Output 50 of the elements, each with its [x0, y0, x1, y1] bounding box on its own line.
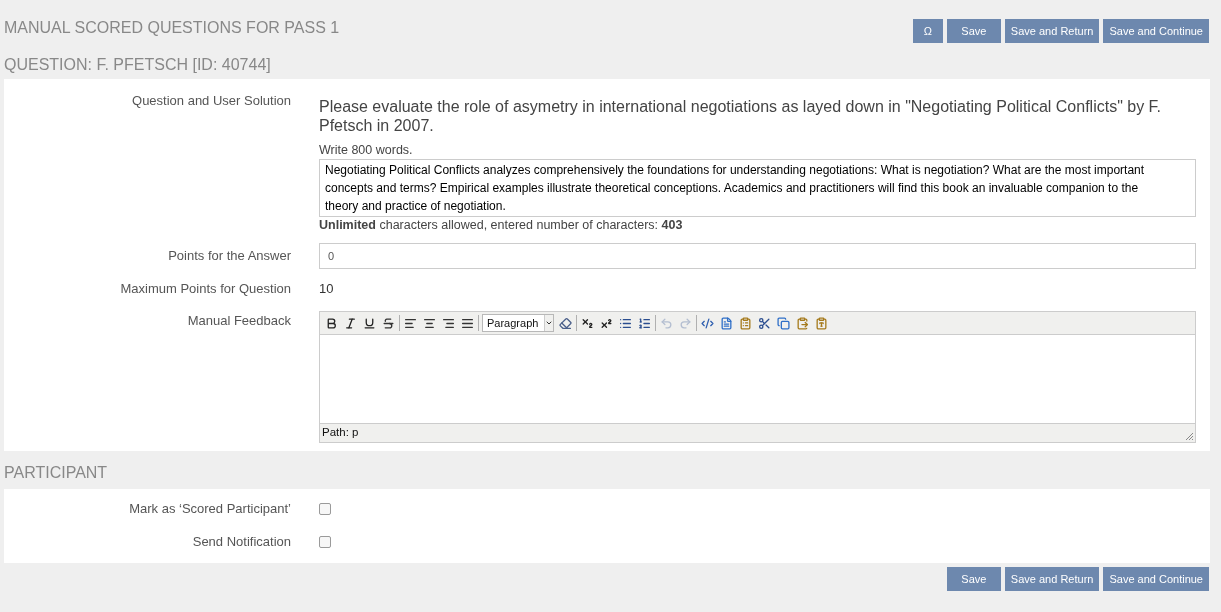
copy-icon [777, 316, 790, 330]
bullet-list-icon [619, 316, 632, 330]
save-button[interactable]: Save [946, 567, 1001, 591]
instruction-text: Write 800 words. [319, 142, 414, 159]
checkbox[interactable] [319, 536, 331, 548]
special-character-button[interactable]: Ω [912, 19, 943, 43]
answer-box[interactable]: Negotiating Political Conflicts analyzes comprehensively the foundations for understanding negotiations: What is negotiation? What are the most important concepts and terms? Empirical examples illustrate theoretical conceptions. Academics and practitioners will find this book an invaluable companion to the theory and practice of negotiation. [319, 159, 1196, 217]
strikethrough-icon [382, 316, 395, 330]
clipboard-text-icon [815, 316, 828, 330]
status-path: Path: p [322, 427, 359, 439]
align-justify-icon [461, 316, 474, 330]
field-value: 10 [319, 281, 334, 296]
italic-icon [344, 316, 357, 330]
save-button[interactable]: Save and Continue [1103, 567, 1209, 591]
field-label: Question and User Solution [132, 93, 291, 108]
field-label: Points for the Answer [168, 248, 291, 263]
save-button[interactable]: Save and Continue [1103, 19, 1209, 43]
subscript-icon [581, 316, 594, 330]
code-icon [701, 316, 714, 330]
character-count-text: Unlimited characters allowed, entered number of characters: 403 [319, 217, 684, 234]
redo-icon [679, 316, 692, 330]
save-button[interactable]: Save and Return [1004, 567, 1100, 591]
underline-icon [363, 316, 376, 330]
document-icon [720, 316, 733, 330]
eraser-icon [559, 316, 572, 330]
field-label: Mark as ‘Scored Participant’ [129, 501, 291, 516]
numbered-list-icon [638, 316, 651, 330]
checkbox[interactable] [319, 503, 331, 515]
page-title: MANUAL SCORED QUESTIONS FOR PASS 1 [4, 18, 340, 38]
caret-icon [545, 319, 553, 327]
field-label: Send Notification [192, 534, 291, 549]
bold-icon [325, 316, 338, 330]
field-label: Manual Feedback [187, 313, 291, 328]
clipboard-icon [796, 316, 809, 330]
field-label: Maximum Points for Question [120, 281, 291, 296]
section-title: QUESTION: F. PFETSCH [ID: 40744] [4, 55, 272, 75]
superscript-icon [600, 316, 613, 330]
question-text: Please evaluate the role of asymetry in international negotiations as layed down in "Negotiating Political Conflicts" by F. Pfetsch in 2007. [319, 97, 1163, 135]
points-input[interactable]: 0 [319, 243, 1196, 269]
align-right-icon [442, 316, 455, 330]
scissors-icon [758, 316, 771, 330]
align-left-icon [404, 316, 417, 330]
clipboard-list-icon [739, 316, 752, 330]
format-select[interactable]: Paragraph [482, 314, 554, 332]
section-title: PARTICIPANT [4, 463, 109, 483]
save-button[interactable]: Save and Return [1004, 19, 1100, 43]
resize-grip-icon [1185, 432, 1194, 441]
save-button[interactable]: Save [946, 19, 1001, 43]
undo-icon [660, 316, 673, 330]
align-center-icon [423, 316, 436, 330]
